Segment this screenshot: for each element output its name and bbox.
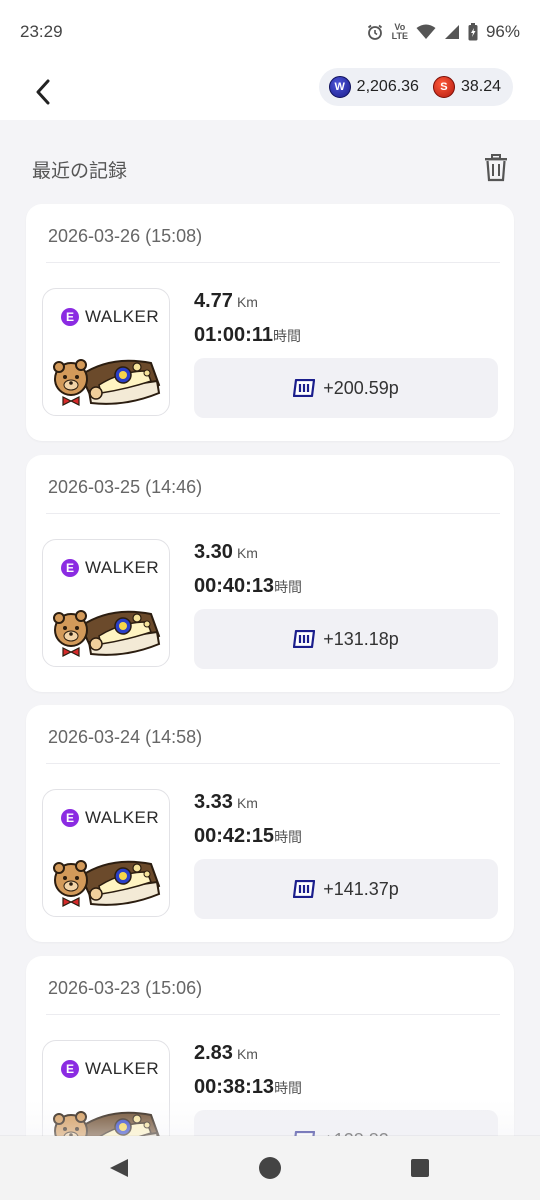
record-distance: 2.83 Km xyxy=(194,1042,258,1065)
record-distance: 3.30 Km xyxy=(194,541,258,564)
battery-icon xyxy=(468,23,478,41)
distance-value: 2.83 xyxy=(194,1042,233,1064)
record-distance: 3.33 Km xyxy=(194,791,258,814)
distance-value: 3.33 xyxy=(194,791,233,813)
wifi-icon xyxy=(416,24,436,39)
duration-unit: 時間 xyxy=(272,328,301,344)
distance-unit: Km xyxy=(236,545,258,561)
status-bar: 23:29 Vo LTE 96% xyxy=(0,0,540,64)
shoe-thumbnail: E WALKER xyxy=(42,539,170,667)
card-divider xyxy=(46,1014,500,1015)
duration-unit: 時間 xyxy=(274,1080,303,1096)
app-header: W 2,206.36 S 38.24 xyxy=(0,64,540,120)
bear-shoe-icon xyxy=(53,359,161,406)
trash-icon xyxy=(485,154,507,182)
card-divider xyxy=(46,763,500,764)
battery-percent: 96% xyxy=(485,22,520,41)
distance-unit: Km xyxy=(236,795,258,811)
record-card[interactable]: 2026-03-25 (14:46) E WALKER 3.30 Km 00:40… xyxy=(26,455,514,692)
points-value: +200.59p xyxy=(323,377,399,398)
duration-value: 01:00:11 xyxy=(194,324,273,346)
e-logo-icon: E xyxy=(61,809,79,827)
balance-pill[interactable]: W 2,206.36 S 38.24 xyxy=(318,68,513,106)
record-duration: 00:40:13時間 xyxy=(194,575,302,598)
record-card[interactable]: 2026-03-24 (14:58) E WALKER 3.33 Km 00:42… xyxy=(26,705,514,942)
balance-w-value: 2,206.36 xyxy=(356,78,419,95)
brand-name: WALKER xyxy=(85,808,160,827)
walker-logo: E WALKER xyxy=(61,307,159,327)
delete-button[interactable] xyxy=(484,154,512,184)
bear-shoe-icon xyxy=(53,860,161,907)
status-time: 23:29 xyxy=(20,22,63,41)
back-triangle-icon[interactable] xyxy=(108,1158,130,1178)
points-earned: +141.37p xyxy=(194,859,498,919)
shoe-thumbnail: E WALKER xyxy=(42,288,170,416)
section-title: 最近の記録 xyxy=(32,161,128,182)
record-distance: 4.77 Km xyxy=(194,290,258,313)
duration-value: 00:40:13 xyxy=(194,575,275,597)
distance-unit: Km xyxy=(236,294,258,310)
record-date: 2026-03-25 (14:46) xyxy=(48,477,203,497)
balance-s-value: 38.24 xyxy=(460,78,501,95)
points-earned: +131.18p xyxy=(194,609,498,669)
chevron-left-icon xyxy=(36,79,50,105)
record-duration: 00:38:13時間 xyxy=(194,1076,302,1099)
w-point-icon xyxy=(293,379,316,397)
w-point-icon xyxy=(293,630,316,648)
alarm-icon xyxy=(367,24,382,40)
signal-icon xyxy=(444,25,459,39)
distance-value: 3.30 xyxy=(194,541,233,563)
duration-unit: 時間 xyxy=(274,829,303,845)
w-coin-icon: W xyxy=(328,76,351,98)
record-card[interactable]: 2026-03-26 (15:08) E WALKER 4.77 Km 01:00… xyxy=(26,204,514,441)
recents-square-icon[interactable] xyxy=(411,1159,429,1177)
record-date: 2026-03-23 (15:06) xyxy=(48,978,203,998)
points-value: +131.18p xyxy=(323,628,399,649)
bear-shoe-icon xyxy=(53,610,161,657)
walker-logo: E WALKER xyxy=(61,558,159,578)
distance-unit: Km xyxy=(236,1046,258,1062)
shoe-thumbnail: E WALKER xyxy=(42,789,170,917)
section-header: 最近の記録 xyxy=(0,120,540,204)
home-circle-icon[interactable] xyxy=(259,1157,281,1179)
points-earned: +200.59p xyxy=(194,358,498,418)
record-date: 2026-03-26 (15:08) xyxy=(48,226,203,246)
points-value: +141.37p xyxy=(323,878,399,899)
volte-icon: Vo LTE xyxy=(391,22,408,41)
record-duration: 01:00:11時間 xyxy=(194,324,301,347)
back-button[interactable] xyxy=(28,72,58,112)
walker-logo: E WALKER xyxy=(61,808,159,828)
brand-name: WALKER xyxy=(85,307,160,326)
duration-value: 00:42:15 xyxy=(194,825,275,847)
brand-name: WALKER xyxy=(85,1059,160,1078)
record-duration: 00:42:15時間 xyxy=(194,825,302,848)
e-logo-icon: E xyxy=(61,308,79,326)
e-logo-icon: E xyxy=(61,1060,79,1078)
card-divider xyxy=(46,513,500,514)
record-date: 2026-03-24 (14:58) xyxy=(48,727,203,747)
status-icons: Vo LTE 96% xyxy=(366,22,520,42)
brand-name: WALKER xyxy=(85,558,160,577)
card-divider xyxy=(46,262,500,263)
e-logo-icon: E xyxy=(61,559,79,577)
system-nav-bar xyxy=(0,1136,540,1200)
w-point-icon xyxy=(293,880,316,898)
s-coin-icon: S xyxy=(432,76,455,98)
duration-value: 00:38:13 xyxy=(194,1076,275,1098)
distance-value: 4.77 xyxy=(194,290,233,312)
duration-unit: 時間 xyxy=(274,579,303,595)
walker-logo: E WALKER xyxy=(61,1059,159,1079)
